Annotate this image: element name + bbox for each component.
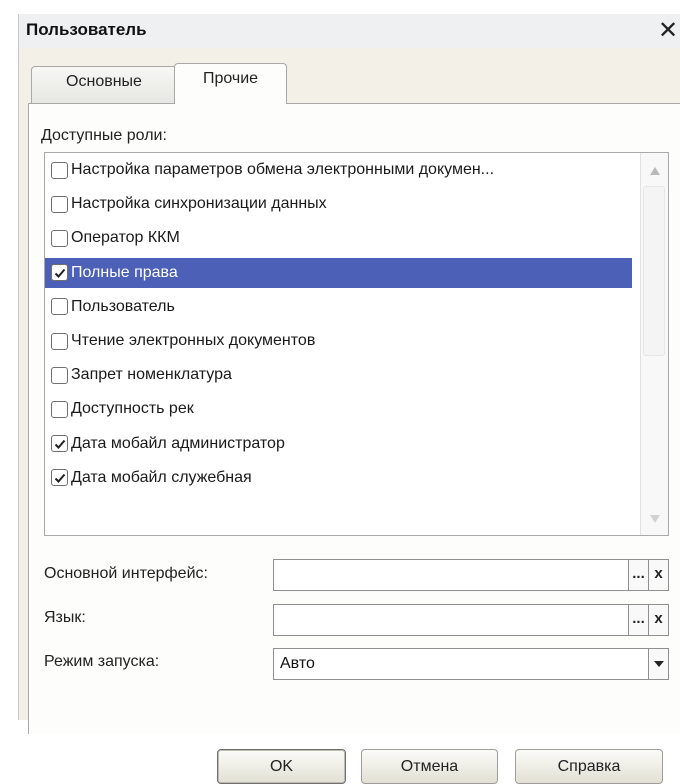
launch-mode-value: Авто <box>280 655 315 672</box>
roles-list[interactable]: Дата мобайл служебная Дата мобайл админис… <box>44 152 669 536</box>
interface-clear-button[interactable]: x <box>648 560 668 590</box>
role-label: Доступность рек <box>71 400 194 418</box>
role-row[interactable]: Настройка синхронизации данных <box>45 189 632 219</box>
launch-mode-label: Режим запуска: <box>44 653 160 670</box>
language-select-button[interactable]: ... <box>628 605 648 635</box>
role-row[interactable]: Дата мобайл администратор <box>45 429 632 459</box>
ok-button[interactable]: OK <box>217 749 346 784</box>
launch-mode-select[interactable]: Авто <box>273 648 669 680</box>
role-label: Пользователь <box>71 297 175 315</box>
role-label: Настройка параметров обмена электронными… <box>71 161 495 178</box>
roles-scrollbar[interactable] <box>640 153 668 535</box>
checkbox-icon[interactable] <box>51 366 68 384</box>
checkbox-icon[interactable] <box>51 298 68 316</box>
role-label: Настройка синхронизации данных <box>71 195 327 213</box>
close-icon[interactable]: ✕ <box>655 15 680 45</box>
role-row[interactable]: Полные права <box>45 257 632 288</box>
role-label: Полные права <box>71 263 178 281</box>
scroll-up-icon[interactable] <box>649 165 661 177</box>
role-label: Дата мобайл администратор <box>71 434 285 452</box>
interface-label: Основной интерфейс: <box>44 565 208 582</box>
interface-select-button[interactable]: ... <box>628 560 648 590</box>
checkmark-icon <box>54 268 65 278</box>
role-row[interactable]: Пользователь <box>45 292 632 322</box>
language-label: Язык: <box>44 609 86 626</box>
language-field[interactable]: ... x <box>273 604 669 636</box>
user-dialog: Пользователь ✕ Основные Прочие Доступные… <box>18 14 680 784</box>
checkbox-icon[interactable] <box>51 469 68 487</box>
roles-caption: Доступные роли: <box>41 127 167 144</box>
role-label: Запрет номенклатура <box>71 366 232 384</box>
role-label: Оператор ККМ <box>71 229 180 247</box>
tab-panel-other: Доступные роли: Дата мобайл служебная Дат… <box>28 103 680 784</box>
interface-field[interactable]: ... x <box>273 559 669 591</box>
checkbox-icon[interactable] <box>51 400 68 418</box>
checkbox-icon[interactable] <box>51 264 68 282</box>
role-row[interactable]: Запрет номенклатура <box>45 360 632 390</box>
checkbox-icon[interactable] <box>51 195 68 213</box>
tab-other[interactable]: Прочие <box>174 63 287 104</box>
tab-main[interactable]: Основные <box>31 66 177 104</box>
role-label: Чтение электронных документов <box>71 332 316 349</box>
checkbox-icon[interactable] <box>51 332 68 350</box>
dropdown-arrow-icon[interactable] <box>648 649 668 679</box>
language-clear-button[interactable]: x <box>648 605 668 635</box>
checkbox-icon[interactable] <box>51 435 68 453</box>
checkmark-icon <box>54 473 65 483</box>
help-button[interactable]: Справка <box>515 749 663 784</box>
role-row[interactable]: Дата мобайл служебная <box>45 463 632 493</box>
role-row[interactable]: Оператор ККМ <box>45 223 632 253</box>
role-row[interactable]: Доступность рек <box>45 394 632 424</box>
checkbox-icon[interactable] <box>51 161 68 179</box>
role-row[interactable]: Чтение электронных документов <box>45 326 632 356</box>
role-label: Дата мобайл служебная <box>71 468 252 486</box>
checkbox-icon[interactable] <box>51 229 68 247</box>
role-row[interactable]: Настройка параметров обмена электронными… <box>45 155 632 185</box>
dialog-title: Пользователь <box>26 20 147 39</box>
title-bar[interactable]: Пользователь ✕ <box>19 14 680 48</box>
cancel-button[interactable]: Отмена <box>361 749 498 784</box>
checkmark-icon <box>54 439 65 449</box>
scroll-down-icon[interactable] <box>649 513 661 525</box>
scroll-thumb[interactable] <box>643 186 665 356</box>
